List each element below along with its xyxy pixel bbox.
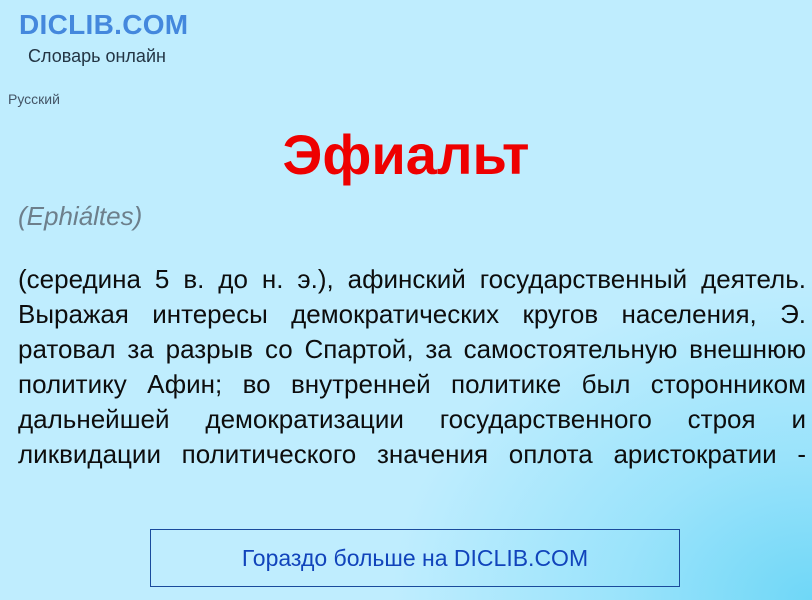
more-on-diclib-label: Гораздо больше на DICLIB.COM <box>241 544 589 571</box>
more-on-diclib-button[interactable]: Гораздо больше на DICLIB.COM <box>150 529 680 587</box>
entry-definition: (середина 5 в. до н. э.), афинский госуд… <box>18 264 806 469</box>
site-tagline: Словарь онлайн <box>28 46 166 66</box>
entry-transcription: (Ephiáltes) <box>18 201 143 231</box>
entry-headword: Эфиальт <box>282 123 530 186</box>
language-label[interactable]: Русский <box>8 90 60 108</box>
site-logo[interactable]: DICLIB.COM <box>19 8 188 42</box>
